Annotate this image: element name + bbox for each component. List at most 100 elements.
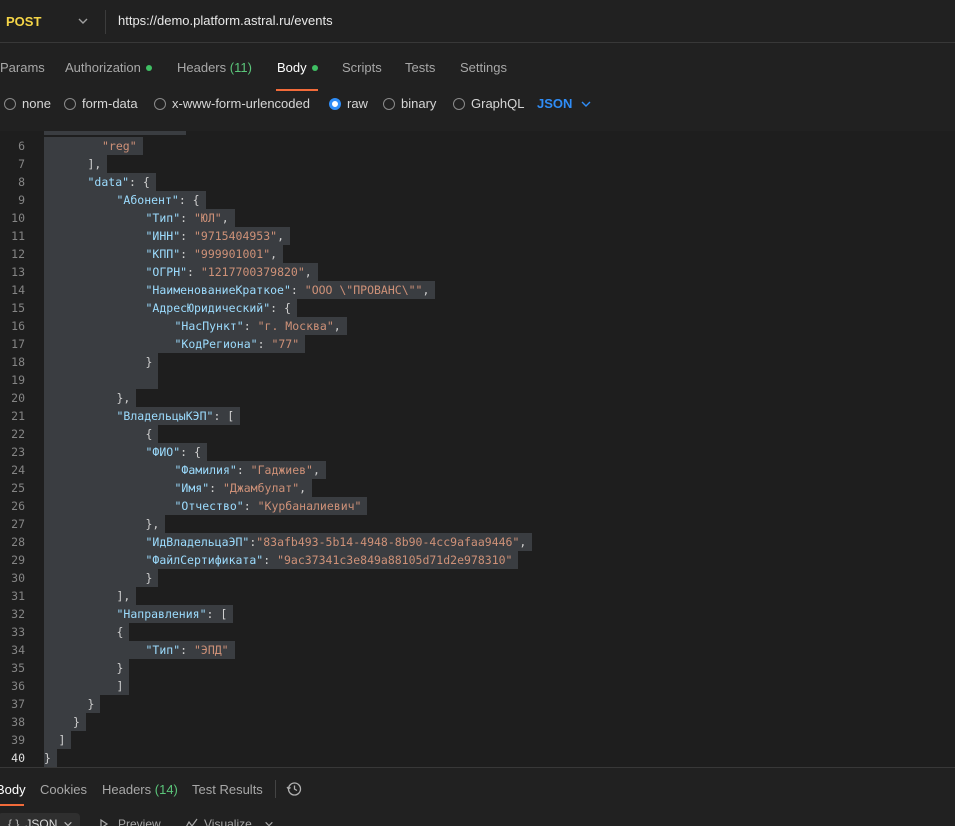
code-line[interactable]: 23 "ФИО": { <box>0 443 955 461</box>
active-tab-indicator <box>276 89 318 91</box>
code-line[interactable]: 8 "data": { <box>0 173 955 191</box>
line-number: 22 <box>11 427 25 441</box>
response-tab-headers[interactable]: Headers (14) <box>102 782 178 797</box>
tab-headers[interactable]: Headers (11) <box>177 60 252 75</box>
code-text: "Направления": [ <box>44 605 234 623</box>
url-divider <box>105 10 106 34</box>
code-line[interactable]: 17 "КодРегиона": "77" <box>0 335 955 353</box>
code-line[interactable]: 30} <box>0 569 955 587</box>
code-line[interactable]: 24 "Фамилия": "Гаджиев", <box>0 461 955 479</box>
line-number: 10 <box>11 211 25 225</box>
tab-body[interactable]: Body <box>277 60 318 75</box>
radio-none[interactable]: none <box>4 96 51 111</box>
tab-label: Headers <box>102 782 152 797</box>
code-line[interactable]: 12 "КПП": "999901001", <box>0 245 955 263</box>
code-editor[interactable]: 6 "reg" 7], 8 "data": {9 "Абонент": {10 "Тип":… <box>0 131 955 767</box>
response-tab-body[interactable]: Body <box>0 782 26 797</box>
code-line[interactable]: 6 "reg" <box>0 137 955 155</box>
code-line[interactable]: 16 "НасПункт": "г. Москва", <box>0 317 955 335</box>
code-line[interactable]: 25 "Имя": "Джамбулат", <box>0 479 955 497</box>
method-select[interactable]: POST <box>6 14 41 29</box>
code-line[interactable]: 34 "Тип": "ЭПД" <box>0 641 955 659</box>
code-line[interactable]: 10 "Тип": "ЮЛ", <box>0 209 955 227</box>
tab-params[interactable]: Params <box>0 60 45 75</box>
code-text: } <box>44 353 159 371</box>
radio-graphql[interactable]: GraphQL <box>453 96 524 111</box>
code-line[interactable]: 22 { <box>0 425 955 443</box>
code-line[interactable]: 9 "Абонент": { <box>0 191 955 209</box>
code-line[interactable]: 36] <box>0 677 955 695</box>
line-number: 19 <box>11 373 25 387</box>
radio-urlencoded[interactable]: x-www-form-urlencoded <box>154 96 310 111</box>
code-line[interactable]: 19 <box>0 371 955 389</box>
code-line[interactable]: 14 "НаименованиеКраткое": "ООО \"ПРОВАНС\… <box>0 281 955 299</box>
request-tabs: Params Authorization Headers (11) Body S… <box>0 43 955 93</box>
code-text: "Тип": "ЭПД" <box>44 641 235 659</box>
code-line[interactable]: 7], <box>0 155 955 173</box>
radio-label: GraphQL <box>471 96 525 111</box>
code-text: "ИНН": "9715404953", <box>44 227 291 245</box>
line-number: 12 <box>11 247 25 261</box>
preview-button[interactable]: Preview <box>98 817 161 826</box>
code-text: "Имя": "Джамбулат", <box>44 479 313 497</box>
code-line[interactable]: 29 "ФайлСертификата": "9ac37341c3e849a881… <box>0 551 955 569</box>
radio-label: form-data <box>82 96 138 111</box>
response-format-label: JSON <box>25 817 58 826</box>
code-text: "Абонент": { <box>44 191 206 209</box>
tab-authorization[interactable]: Authorization <box>65 60 152 75</box>
code-text: } <box>44 695 101 713</box>
tab-tests[interactable]: Tests <box>405 60 435 75</box>
response-tab-cookies[interactable]: Cookies <box>40 782 87 797</box>
code-text <box>44 371 159 389</box>
radio-form-data[interactable]: form-data <box>64 96 138 111</box>
line-number: 23 <box>11 445 25 459</box>
code-line[interactable]: 13 "ОГРН": "1217700379820", <box>0 263 955 281</box>
line-number: 39 <box>11 733 25 747</box>
code-line[interactable]: 18} <box>0 353 955 371</box>
line-number: 37 <box>11 697 25 711</box>
radio-icon <box>453 97 465 110</box>
code-line[interactable]: 38} <box>0 713 955 731</box>
response-format-select[interactable]: { } JSON <box>0 813 80 826</box>
status-dot-icon <box>311 64 318 71</box>
radio-raw[interactable]: raw <box>329 96 368 111</box>
code-line[interactable]: 35} <box>0 659 955 677</box>
divider <box>275 780 276 798</box>
code-text: "Фамилия": "Гаджиев", <box>44 461 326 479</box>
radio-label: binary <box>401 96 437 111</box>
code-line[interactable]: 27}, <box>0 515 955 533</box>
response-tab-test-results[interactable]: Test Results <box>192 782 263 797</box>
code-line[interactable]: 32 "Направления": [ <box>0 605 955 623</box>
code-line[interactable]: 21 "ВладельцыКЭП": [ <box>0 407 955 425</box>
preview-label: Preview <box>118 817 161 826</box>
url-input[interactable]: https://demo.platform.astral.ru/events <box>118 13 333 28</box>
history-icon[interactable] <box>286 781 302 797</box>
line-number: 40 <box>11 751 25 765</box>
code-line[interactable]: 33 { <box>0 623 955 641</box>
code-line[interactable]: 39] <box>0 731 955 749</box>
code-line[interactable]: 15 "АдресЮридический": { <box>0 299 955 317</box>
tab-label: Settings <box>460 60 507 75</box>
code-line[interactable]: 40} <box>0 749 955 767</box>
code-line[interactable]: 28 "ИдВладельцаЭП":"83afb493-5b14-4948-8b… <box>0 533 955 551</box>
radio-binary[interactable]: binary <box>383 96 436 111</box>
format-select[interactable]: JSON <box>537 96 592 111</box>
code-text: }, <box>44 389 137 407</box>
code-text: "ОГРН": "1217700379820", <box>44 263 318 281</box>
tab-settings[interactable]: Settings <box>460 60 507 75</box>
code-line[interactable]: 20}, <box>0 389 955 407</box>
tab-scripts[interactable]: Scripts <box>342 60 382 75</box>
tab-count: (14) <box>154 782 178 797</box>
line-number: 9 <box>18 193 25 207</box>
code-line[interactable]: 37} <box>0 695 955 713</box>
response-panel: Body Cookies Headers (14) Test Results {… <box>0 767 955 826</box>
tab-label: Tests <box>405 60 436 75</box>
code-line[interactable]: 26 "Отчество": "Курбаналиевич" <box>0 497 955 515</box>
code-line[interactable]: 11 "ИНН": "9715404953", <box>0 227 955 245</box>
code-line[interactable]: 31], <box>0 587 955 605</box>
chevron-down-icon[interactable] <box>76 14 90 28</box>
line-number: 36 <box>11 679 25 693</box>
radio-icon <box>4 97 16 110</box>
code-text: } <box>44 749 57 767</box>
visualize-button[interactable]: Visualize <box>184 817 274 826</box>
